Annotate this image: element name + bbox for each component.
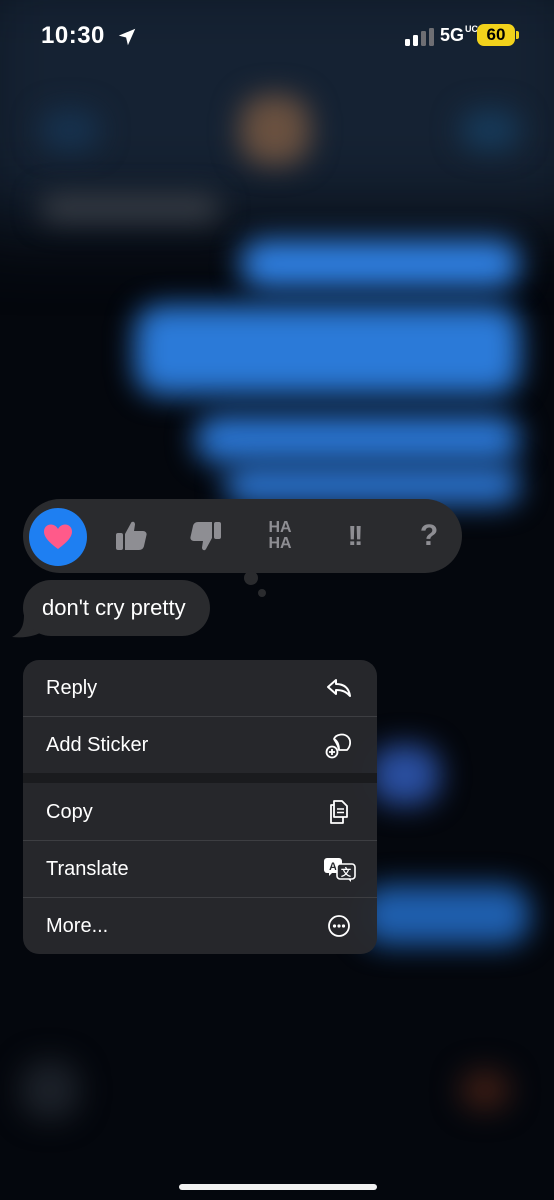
timestamp-blurred (40, 195, 220, 221)
menu-item-label: Add Sticker (46, 733, 149, 756)
thumbs-up-icon (116, 521, 147, 550)
menu-item-translate[interactable]: Translate A 文 (23, 841, 377, 897)
menu-item-more[interactable]: More... (23, 898, 377, 954)
tapback-tail-dot (244, 571, 258, 585)
menu-item-label: More... (46, 914, 109, 937)
tapback-reaction-bar: HA HA !! ? (23, 499, 462, 573)
menu-item-copy[interactable]: Copy (23, 784, 377, 840)
mic-button-blurred (460, 1070, 510, 1110)
reaction-exclamation[interactable]: !! (326, 508, 382, 564)
add-sticker-icon (325, 733, 352, 759)
menu-item-label: Copy (46, 800, 93, 823)
exclamation-icon: !! (347, 520, 364, 551)
menu-section-gap (23, 773, 377, 783)
menu-item-label: Translate (46, 857, 129, 880)
video-button-blurred (460, 110, 520, 150)
menu-item-add-sticker[interactable]: Add Sticker (23, 717, 377, 773)
sent-bubble-blurred (195, 415, 520, 463)
plus-button-blurred (20, 1060, 80, 1120)
message-text: don't cry pretty (42, 595, 186, 620)
location-arrow-icon (118, 28, 136, 46)
home-indicator[interactable] (179, 1184, 377, 1190)
network-label: 5G (440, 25, 465, 45)
reaction-thumbs-up[interactable] (103, 508, 159, 564)
network-type: 5GUC (440, 25, 478, 46)
sent-bubble-blurred (360, 885, 530, 945)
battery-indicator: 60 (477, 24, 515, 46)
tapback-tail-dot-small (258, 589, 266, 597)
svg-text:A: A (329, 861, 337, 873)
reaction-haha[interactable]: HA HA (252, 508, 308, 564)
haha-top: HA (268, 519, 292, 536)
sent-bubble-blurred (240, 240, 520, 288)
svg-text:文: 文 (341, 866, 352, 879)
back-button-blurred (40, 110, 100, 150)
battery-tip (516, 31, 519, 39)
contact-avatar-blurred (240, 95, 310, 165)
translate-icon: A 文 (324, 858, 356, 882)
reply-icon (327, 679, 351, 697)
haha-bottom: HA (268, 535, 292, 552)
reaction-question[interactable]: ? (401, 508, 457, 564)
reaction-heart[interactable] (29, 508, 87, 566)
sent-bubble-blurred (135, 305, 520, 395)
copy-icon (330, 800, 348, 824)
message-bubble[interactable]: don't cry pretty (23, 580, 210, 636)
menu-item-label: Reply (46, 676, 98, 699)
heart-icon (44, 524, 72, 549)
thumbs-down-icon (190, 522, 221, 551)
status-time: 10:30 (41, 22, 105, 49)
more-icon (328, 915, 350, 937)
context-menu: Reply Add Sticker Copy Translate A 文 Mor… (23, 660, 377, 954)
menu-item-reply[interactable]: Reply (23, 660, 377, 716)
cellular-signal-icon (405, 28, 434, 46)
status-bar: 10:30 5GUC 60 (0, 0, 554, 72)
reaction-blurred (370, 745, 440, 805)
reaction-thumbs-down[interactable] (178, 508, 234, 564)
question-icon: ? (419, 519, 439, 552)
